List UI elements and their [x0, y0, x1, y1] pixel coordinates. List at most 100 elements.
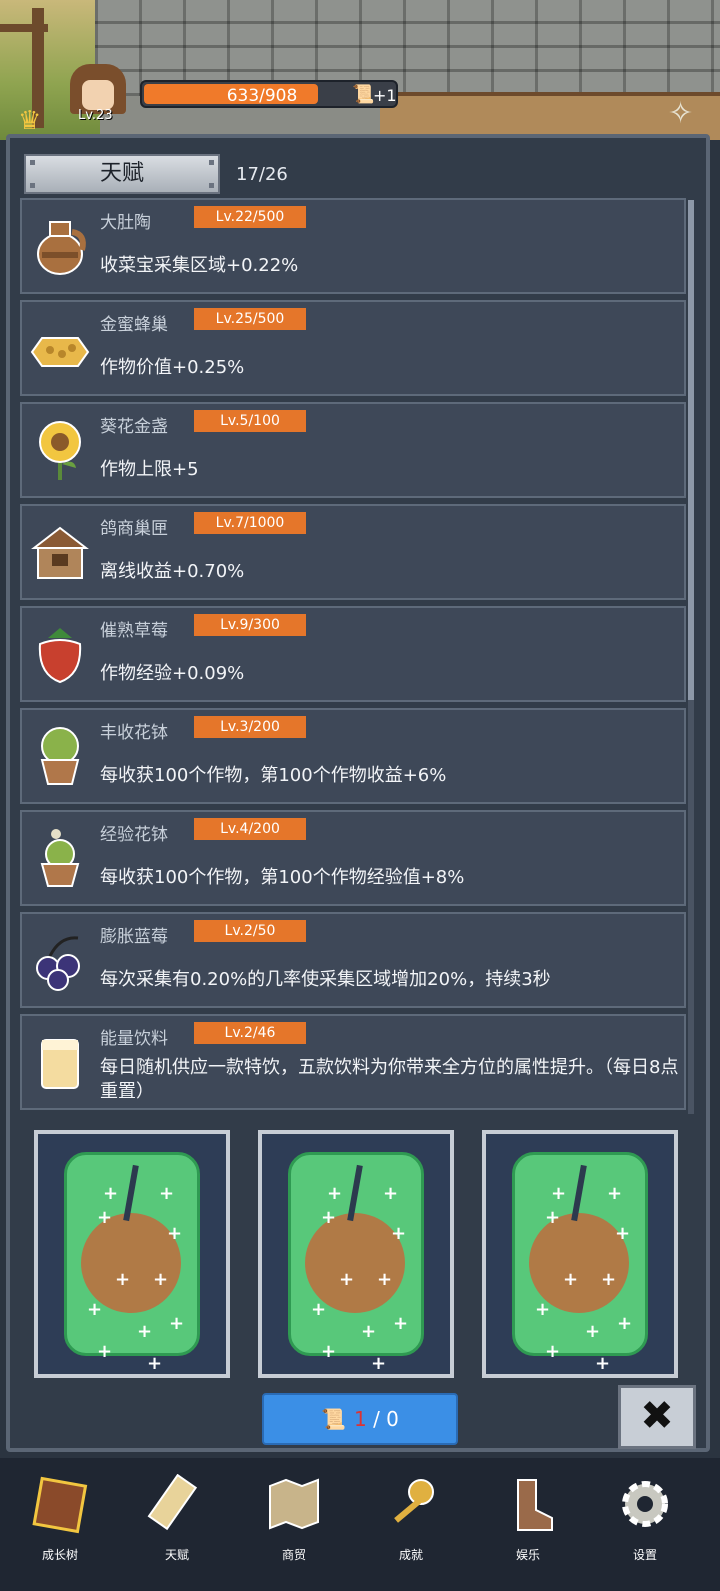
talent-level-badge: Lv.2/46	[194, 1022, 306, 1044]
sparkle-icon: +	[545, 1341, 561, 1362]
talent-item[interactable]: 催熟草莓 Lv.9/300 作物经验+0.09%	[20, 606, 686, 702]
seed-card[interactable]: + + + + + + + + + + +	[482, 1130, 678, 1378]
nav-label: 成长树	[41, 1548, 78, 1562]
drink-icon	[28, 1030, 92, 1094]
sparkle-icon: +	[617, 1313, 633, 1334]
player-avatar[interactable]	[70, 64, 126, 114]
key-icon	[381, 1474, 441, 1534]
talent-desc: 收菜宝采集区域+0.22%	[100, 255, 299, 276]
talent-name: 经验花钵	[100, 825, 168, 845]
talent-name: 鸽商巢匣	[100, 519, 168, 539]
scroll-icon: 📜	[321, 1407, 346, 1431]
talent-list[interactable]: 大肚陶 Lv.22/500 收菜宝采集区域+0.22% 金蜜蜂巢 Lv.25/500 作物…	[20, 198, 688, 1114]
seed-shape	[529, 1213, 629, 1313]
talent-name: 丰收花钵	[100, 723, 168, 743]
nav-item[interactable]: 天赋	[129, 1468, 225, 1578]
game-scene: ♛ Lv.23 633/908 📜 +1 ✧	[0, 0, 720, 140]
nav-item[interactable]: 商贸	[246, 1468, 342, 1578]
sparkle-icon: +	[97, 1207, 113, 1228]
boot-icon	[498, 1474, 558, 1534]
strawberry-icon	[28, 622, 92, 686]
talent-item[interactable]: 大肚陶 Lv.22/500 收菜宝采集区域+0.22%	[20, 198, 686, 294]
talent-desc: 每收获100个作物，第100个作物经验值+8%	[100, 867, 465, 888]
sparkle-icon: +	[393, 1313, 409, 1334]
talent-desc: 作物经验+0.09%	[100, 663, 245, 684]
talent-level-badge: Lv.4/200	[194, 818, 306, 840]
blueberry-icon	[28, 928, 92, 992]
talent-item[interactable]: 金蜜蜂巢 Lv.25/500 作物价值+0.25%	[20, 300, 686, 396]
card-art: + + + + + + + + + + +	[288, 1152, 424, 1373]
nav-item[interactable]: 设置	[597, 1468, 693, 1578]
scroll-bonus: +1	[373, 86, 397, 105]
talent-item[interactable]: 经验花钵 Lv.4/200 每收获100个作物，第100个作物经验值+8%	[20, 810, 686, 906]
talent-item[interactable]: 能量饮料 Lv.2/46 每日随机供应一款特饮，五款饮料为你带来全方位的属性提升。（…	[20, 1014, 686, 1110]
sparkle-icon: +	[545, 1207, 561, 1228]
sparkle-icon: +	[585, 1321, 601, 1342]
sparkle-icon: +	[383, 1183, 399, 1204]
tab-talent[interactable]: 天赋	[24, 154, 220, 194]
xp-text: 633/908	[226, 86, 298, 106]
sparkle-icon: +	[115, 1269, 131, 1290]
sparkle-icon: +	[321, 1207, 337, 1228]
seed-card[interactable]: + + + + + + + + + + +	[34, 1130, 230, 1378]
nav-label: 成就	[398, 1548, 423, 1562]
sparkle-icon: +	[147, 1353, 163, 1374]
talent-desc: 作物上限+5	[100, 459, 199, 480]
talent-panel: 天赋 17/26 大肚陶 Lv.22/500 收菜宝采集区域+0.22% 金蜜蜂巢 Lv…	[6, 134, 710, 1452]
book-icon	[30, 1474, 90, 1534]
talent-name: 大肚陶	[100, 213, 151, 233]
nav-label: 娱乐	[515, 1548, 540, 1562]
tab-talent-label: 天赋	[99, 161, 144, 186]
sparkle-icon: +	[615, 1223, 631, 1244]
nav-label: 商贸	[281, 1548, 306, 1562]
talent-item[interactable]: 丰收花钵 Lv.3/200 每收获100个作物，第100个作物收益+6%	[20, 708, 686, 804]
list-scrollbar[interactable]	[688, 200, 694, 1114]
sparkle-icon: +	[153, 1269, 169, 1290]
nav-item[interactable]: 成长树	[12, 1468, 108, 1578]
use-scroll-button[interactable]: 📜 1 / 0	[262, 1393, 458, 1445]
sparkle-icon: +	[97, 1341, 113, 1362]
talent-name: 葵花金盏	[100, 417, 168, 437]
sparkle-icon: +	[361, 1321, 377, 1342]
talent-level-badge: Lv.7/1000	[194, 512, 306, 534]
sparkle-icon: +	[551, 1183, 567, 1204]
gear-icon	[615, 1474, 675, 1534]
rivet	[30, 160, 35, 165]
talent-level-badge: Lv.25/500	[194, 308, 306, 330]
talent-name: 金蜜蜂巢	[100, 315, 168, 335]
talent-desc: 作物价值+0.25%	[100, 357, 245, 378]
map-icon	[264, 1474, 324, 1534]
sparkle-icon: +	[391, 1223, 407, 1244]
talent-count: 17/26	[236, 164, 288, 185]
close-icon: ✖	[640, 1393, 674, 1439]
seed-shape	[81, 1213, 181, 1313]
sparkle-icon: +	[103, 1183, 119, 1204]
rivet	[209, 160, 214, 165]
talent-item[interactable]: 葵花金盏 Lv.5/100 作物上限+5	[20, 402, 686, 498]
wooden-beam	[0, 24, 48, 32]
talent-level-badge: Lv.2/50	[194, 920, 306, 942]
sparkle-icon: +	[339, 1269, 355, 1290]
sparkle-icon: +	[327, 1183, 343, 1204]
sparkle-icon: +	[169, 1313, 185, 1334]
seed-card[interactable]: + + + + + + + + + + +	[258, 1130, 454, 1378]
jar-icon	[28, 214, 92, 278]
talent-item[interactable]: 鸽商巢匣 Lv.7/1000 离线收益+0.70%	[20, 504, 686, 600]
nav-item[interactable]: 成就	[363, 1468, 459, 1578]
talent-level-badge: Lv.5/100	[194, 410, 306, 432]
scroll-icon: 📜	[352, 84, 375, 105]
talent-desc: 每收获100个作物，第100个作物收益+6%	[100, 765, 447, 786]
nav-item[interactable]: 娱乐	[480, 1468, 576, 1578]
scroll-separator: /	[366, 1407, 387, 1431]
scrollbar-thumb[interactable]	[688, 200, 694, 700]
player-level: Lv.23	[78, 108, 113, 123]
talent-desc: 每次采集有0.20%的几率使采集区域增加20%，持续3秒	[100, 969, 551, 990]
card-art: + + + + + + + + + + +	[512, 1152, 648, 1373]
talent-desc: 每日随机供应一款特饮，五款饮料为你带来全方位的属性提升。（每日8点重置）	[100, 1057, 679, 1102]
sparkle-icon: +	[377, 1269, 393, 1290]
honeycomb-icon	[28, 316, 92, 380]
sparkle-icon: +	[535, 1299, 551, 1320]
sparkle-icon: +	[607, 1183, 623, 1204]
talent-item[interactable]: 膨胀蓝莓 Lv.2/50 每次采集有0.20%的几率使采集区域增加20%，持续3秒	[20, 912, 686, 1008]
close-button[interactable]: ✖	[618, 1385, 696, 1449]
